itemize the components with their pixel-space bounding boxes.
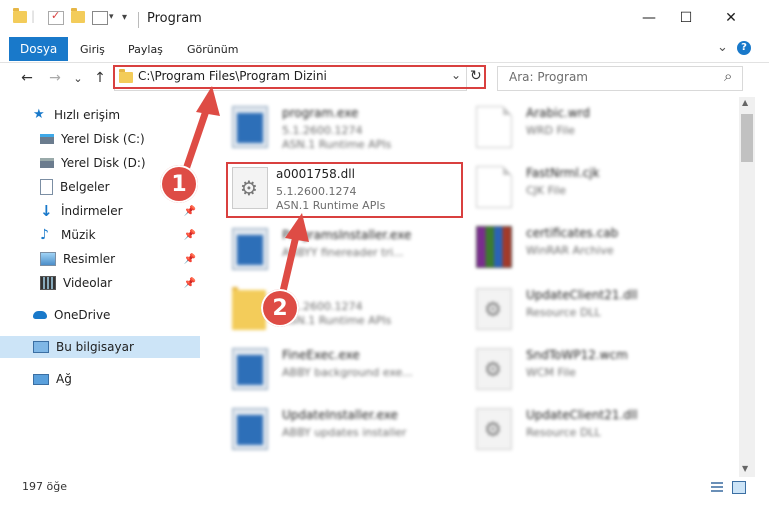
details-view-icon[interactable] bbox=[711, 482, 723, 492]
arrow-2-head bbox=[285, 213, 309, 242]
scroll-up-icon[interactable]: ▲ bbox=[742, 98, 748, 107]
scroll-down-icon[interactable]: ▼ bbox=[742, 464, 748, 473]
status-item-count: 197 öğe bbox=[22, 480, 67, 493]
annotation-arrows bbox=[179, 86, 309, 304]
large-icons-view-icon[interactable] bbox=[732, 481, 746, 494]
step-badge-2: 2 bbox=[261, 289, 299, 327]
step-badge-1: 1 bbox=[160, 165, 198, 203]
scrollbar-thumb[interactable] bbox=[741, 114, 753, 162]
arrow-1-head bbox=[196, 86, 220, 116]
